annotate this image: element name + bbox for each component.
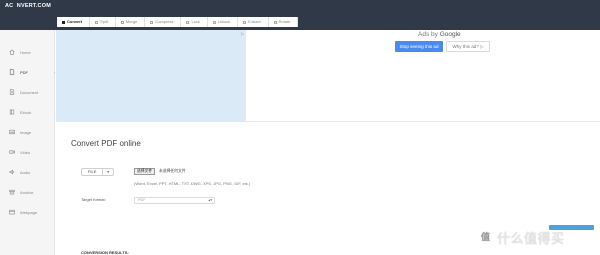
sidebar-item-pdf[interactable]: PDF [0, 66, 55, 78]
sidebar-item-label: Ebook [20, 109, 32, 115]
sidebar-item-label: Home [20, 49, 31, 55]
tab-extract[interactable]: Extract [238, 17, 269, 27]
tab-label: Split [100, 19, 108, 24]
tab-lock[interactable]: Lock [181, 17, 208, 27]
tab-label: Merge [125, 19, 138, 24]
tab-label: Unlock [217, 19, 231, 24]
ads-by-label: Ads by Google [418, 31, 461, 38]
sidebar-item-label: Webpage [20, 209, 38, 215]
video-icon [9, 150, 15, 154]
checkbox-icon [150, 20, 154, 24]
ad-banner[interactable] [56, 30, 246, 121]
site-watermark: 值 什么值得买 [478, 229, 565, 247]
tab-label: Lock [191, 19, 200, 24]
pdf-icon [9, 69, 15, 75]
sidebar-item-archive[interactable]: Archive [0, 186, 55, 198]
section-divider [56, 121, 600, 122]
image-icon [9, 129, 15, 135]
stop-seeing-ad-button[interactable]: Stop seeing this ad [395, 41, 443, 52]
checkbox-icon [62, 20, 65, 24]
top-bar: AC NVERT.COM Convert Split Merge Compres… [0, 0, 600, 30]
sidebar-item-document[interactable]: Document [0, 86, 55, 98]
checkbox-icon [273, 20, 277, 24]
file-source-label: FILE [82, 169, 104, 175]
archive-icon [9, 189, 15, 195]
ebook-icon [9, 109, 15, 115]
site-logo[interactable]: AC NVERT.COM [5, 3, 51, 9]
target-format-label: Target format: [81, 197, 106, 202]
sidebar-item-home[interactable]: Home [0, 46, 55, 58]
sidebar-item-image[interactable]: Image [0, 126, 55, 138]
sidebar-item-label: Audio [20, 169, 31, 175]
tab-convert[interactable]: Convert [57, 17, 91, 27]
tab-label: Compress [155, 19, 174, 24]
document-icon [9, 89, 15, 95]
file-source-dropdown[interactable]: FILE ▾ [81, 168, 114, 176]
watermark-logo: 值 [478, 229, 493, 245]
tab-label: Convert [67, 19, 83, 24]
checkbox-icon [212, 20, 216, 24]
webpage-icon [9, 209, 15, 215]
choose-file-button[interactable]: 选择文件 [134, 168, 156, 175]
tab-merge[interactable]: Merge [116, 17, 146, 27]
tab-label: Extract [248, 19, 261, 24]
checkbox-icon [95, 20, 99, 24]
sidebar-item-label: Image [20, 129, 32, 135]
tab-split[interactable]: Split [90, 17, 116, 27]
sidebar: Home PDF Document Ebook Image Video Audi… [0, 30, 55, 255]
sidebar-item-ebook[interactable]: Ebook [0, 106, 55, 118]
tab-unlock[interactable]: Unlock [208, 17, 239, 27]
ads-by-text: Ads by [418, 31, 438, 38]
audio-icon [9, 169, 15, 175]
ads-brand: Google [439, 31, 461, 38]
page-title: Convert PDF online [71, 139, 141, 148]
tab-rotate[interactable]: Rotate [269, 17, 299, 27]
sidebar-item-video[interactable]: Video [0, 146, 55, 158]
no-file-chosen-text: 未选择任何文件 [159, 169, 186, 173]
select-arrows-icon: ▴▾ [208, 198, 212, 202]
conversion-results-heading: CONVERSION RESULTS: [81, 250, 129, 255]
sidebar-item-webpage[interactable]: Webpage [0, 206, 55, 218]
checkbox-icon [243, 20, 247, 24]
sidebar-item-label: Document [20, 89, 39, 95]
chevron-down-icon: ▾ [107, 170, 110, 174]
tab-compress[interactable]: Compress [145, 17, 182, 27]
checkbox-icon [120, 20, 124, 24]
checkbox-icon [186, 20, 190, 24]
sidebar-item-audio[interactable]: Audio [0, 166, 55, 178]
ad-choices-icon[interactable]: ▷ [240, 31, 245, 36]
tab-label: Rotate [278, 19, 291, 24]
tool-tabs: Convert Split Merge Compress Lock Unlock… [57, 17, 299, 27]
target-format-value: PDF [138, 198, 146, 202]
target-format-select[interactable]: PDF ▴▾ [134, 197, 215, 204]
why-this-ad-button[interactable]: Why this ad? ▷ [446, 41, 490, 52]
supported-formats-hint: (Word, Excel, PPT, HTML, TXT, DWG, XPS, … [134, 181, 251, 186]
sidebar-item-label: Archive [20, 189, 34, 195]
sidebar-item-label: Video [20, 149, 31, 155]
sidebar-item-label: PDF [20, 69, 28, 75]
watermark-text: 什么值得买 [497, 231, 565, 247]
home-icon [9, 49, 15, 55]
